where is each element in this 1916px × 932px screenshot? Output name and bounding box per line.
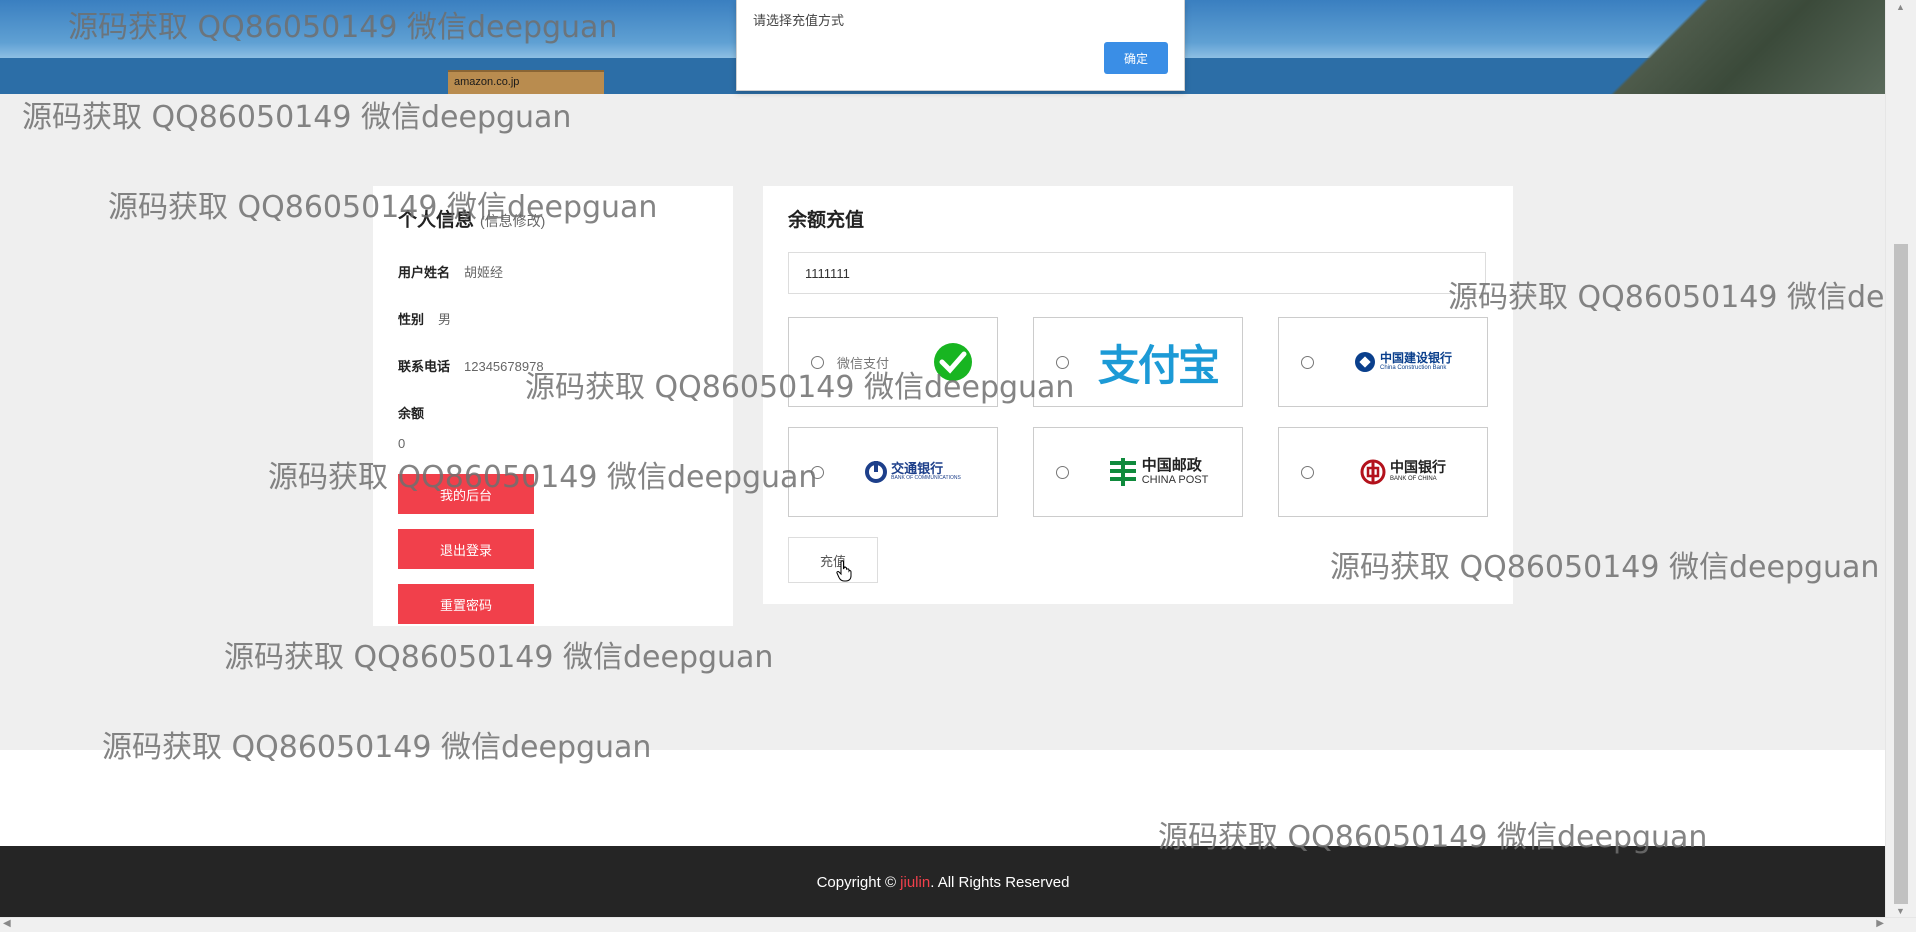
ccb-logo-icon — [1354, 352, 1375, 372]
alipay-radio[interactable] — [1056, 356, 1069, 369]
watermark: 源码获取 QQ86050149 微信deepguan — [224, 640, 774, 675]
ccb-text: 中国建设银行 China Construction Bank — [1379, 351, 1452, 372]
payment-option-alipay[interactable]: 支付宝 — [1033, 317, 1243, 407]
boc-radio[interactable] — [1301, 466, 1314, 479]
payment-option-china-post[interactable]: 中国邮政 CHINA POST — [1033, 427, 1243, 517]
username-value: 胡姬经 — [464, 265, 504, 280]
alipay-logo-text: 支付宝 — [1097, 340, 1220, 390]
ccb-icon: 中国建设银行 China Construction Bank — [1319, 318, 1487, 406]
bocom-radio[interactable] — [811, 466, 824, 479]
bocom-icon: 交通银行 BANK OF COMMUNICATIONS — [829, 428, 997, 516]
scroll-left-icon[interactable]: ◀ — [3, 918, 11, 929]
alert-message: 请选择充值方式 — [753, 13, 845, 28]
package-label: amazon.co.jp — [454, 76, 520, 88]
payment-option-boc[interactable]: 中国银行 BANK OF CHINA — [1278, 427, 1488, 517]
footer-copyright-prefix: Copyright © — [816, 873, 896, 891]
balance-label-row: 余额 — [398, 403, 424, 422]
wechat-logo-icon — [934, 343, 972, 381]
recharge-title: 余额充值 — [788, 210, 865, 231]
bocom-sub: BANK OF COMMUNICATIONS — [891, 475, 961, 482]
phone-label: 联系电话 — [398, 359, 451, 374]
alert-ok-button[interactable]: 确定 — [1104, 42, 1168, 74]
china-post-radio[interactable] — [1056, 466, 1069, 479]
phone-value: 12345678978 — [464, 359, 544, 374]
username-label: 用户姓名 — [398, 265, 451, 280]
recharge-card: 余额充值 1111111 微信支付 支付宝 中国建设银行 China Const… — [763, 186, 1513, 604]
china-post-sub: CHINA POST — [1141, 474, 1209, 487]
bocom-name: 交通银行 — [891, 461, 944, 477]
vertical-scrollbar[interactable]: ▲ ▼ — [1885, 0, 1916, 918]
watermark: 源码获取 QQ86050149 微信deepguan — [1448, 280, 1886, 315]
wechat-radio[interactable] — [811, 356, 824, 369]
china-post-text: 中国邮政 CHINA POST — [1141, 456, 1209, 487]
page-bottom-band — [0, 750, 1886, 846]
footer-copyright-suffix: . All Rights Reserved — [930, 873, 1070, 891]
boc-icon: 中国银行 BANK OF CHINA — [1319, 428, 1487, 516]
payment-option-bocom[interactable]: 交通银行 BANK OF COMMUNICATIONS — [788, 427, 998, 517]
gender-row: 性别男 — [398, 309, 451, 328]
banner-package-image: amazon.co.jp — [448, 70, 604, 94]
alipay-icon: 支付宝 — [1074, 318, 1242, 406]
china-post-icon: 中国邮政 CHINA POST — [1074, 428, 1242, 516]
profile-title: 个人信息 (信息修改) — [398, 205, 545, 232]
banner-cliff — [1556, 0, 1886, 94]
gender-value: 男 — [438, 312, 452, 327]
wechat-pay-icon: 微信支付 — [837, 318, 997, 406]
hand-cursor-icon — [836, 560, 852, 582]
scroll-up-icon[interactable]: ▲ — [1896, 2, 1905, 12]
edit-profile-link[interactable]: (信息修改) — [480, 213, 545, 229]
watermark: 源码获取 QQ86050149 微信deepguan — [22, 100, 572, 135]
scroll-right-icon[interactable]: ▶ — [1876, 918, 1884, 929]
vertical-scroll-thumb[interactable] — [1894, 244, 1908, 904]
boc-logo-icon — [1360, 459, 1386, 485]
wechat-pay-label: 微信支付 — [837, 355, 890, 371]
footer-brand-link[interactable]: jiulin — [900, 874, 930, 891]
alert-dialog: 请选择充值方式 确定 — [736, 0, 1185, 91]
horizontal-scrollbar[interactable]: ◀ ▶ — [0, 917, 1916, 932]
china-post-name: 中国邮政 — [1141, 456, 1202, 474]
china-post-logo-icon — [1109, 458, 1136, 486]
footer: Copyright © jiulin. All Rights Reserved — [0, 846, 1886, 918]
ccb-sub: China Construction Bank — [1379, 365, 1447, 372]
balance-label: 余额 — [398, 406, 425, 421]
phone-row: 联系电话 12345678978 — [398, 356, 544, 375]
ccb-radio[interactable] — [1301, 356, 1314, 369]
reset-password-button[interactable]: 重置密码 — [398, 584, 534, 624]
ccb-name: 中国建设银行 — [1379, 351, 1452, 366]
recharge-submit-button[interactable]: 充值 — [788, 537, 878, 583]
bocom-logo-icon — [865, 461, 888, 483]
boc-name: 中国银行 — [1390, 460, 1446, 476]
recharge-amount-input[interactable]: 1111111 — [788, 252, 1486, 294]
gender-label: 性别 — [398, 312, 425, 327]
profile-title-text: 个人信息 — [398, 210, 475, 231]
payment-option-ccb[interactable]: 中国建设银行 China Construction Bank — [1278, 317, 1488, 407]
logout-button[interactable]: 退出登录 — [398, 529, 534, 569]
boc-sub: BANK OF CHINA — [1390, 476, 1437, 483]
username-row: 用户姓名 胡姬经 — [398, 262, 503, 281]
boc-text: 中国银行 BANK OF CHINA — [1390, 460, 1446, 483]
scroll-down-icon[interactable]: ▼ — [1896, 906, 1905, 916]
my-backend-button[interactable]: 我的后台 — [398, 474, 534, 514]
payment-option-wechat[interactable]: 微信支付 — [788, 317, 998, 407]
bocom-text: 交通银行 BANK OF COMMUNICATIONS — [891, 461, 961, 482]
balance-value: 0 — [398, 436, 406, 451]
profile-card: 个人信息 (信息修改) 用户姓名 胡姬经 性别男 联系电话 12345678978 余… — [373, 186, 733, 626]
